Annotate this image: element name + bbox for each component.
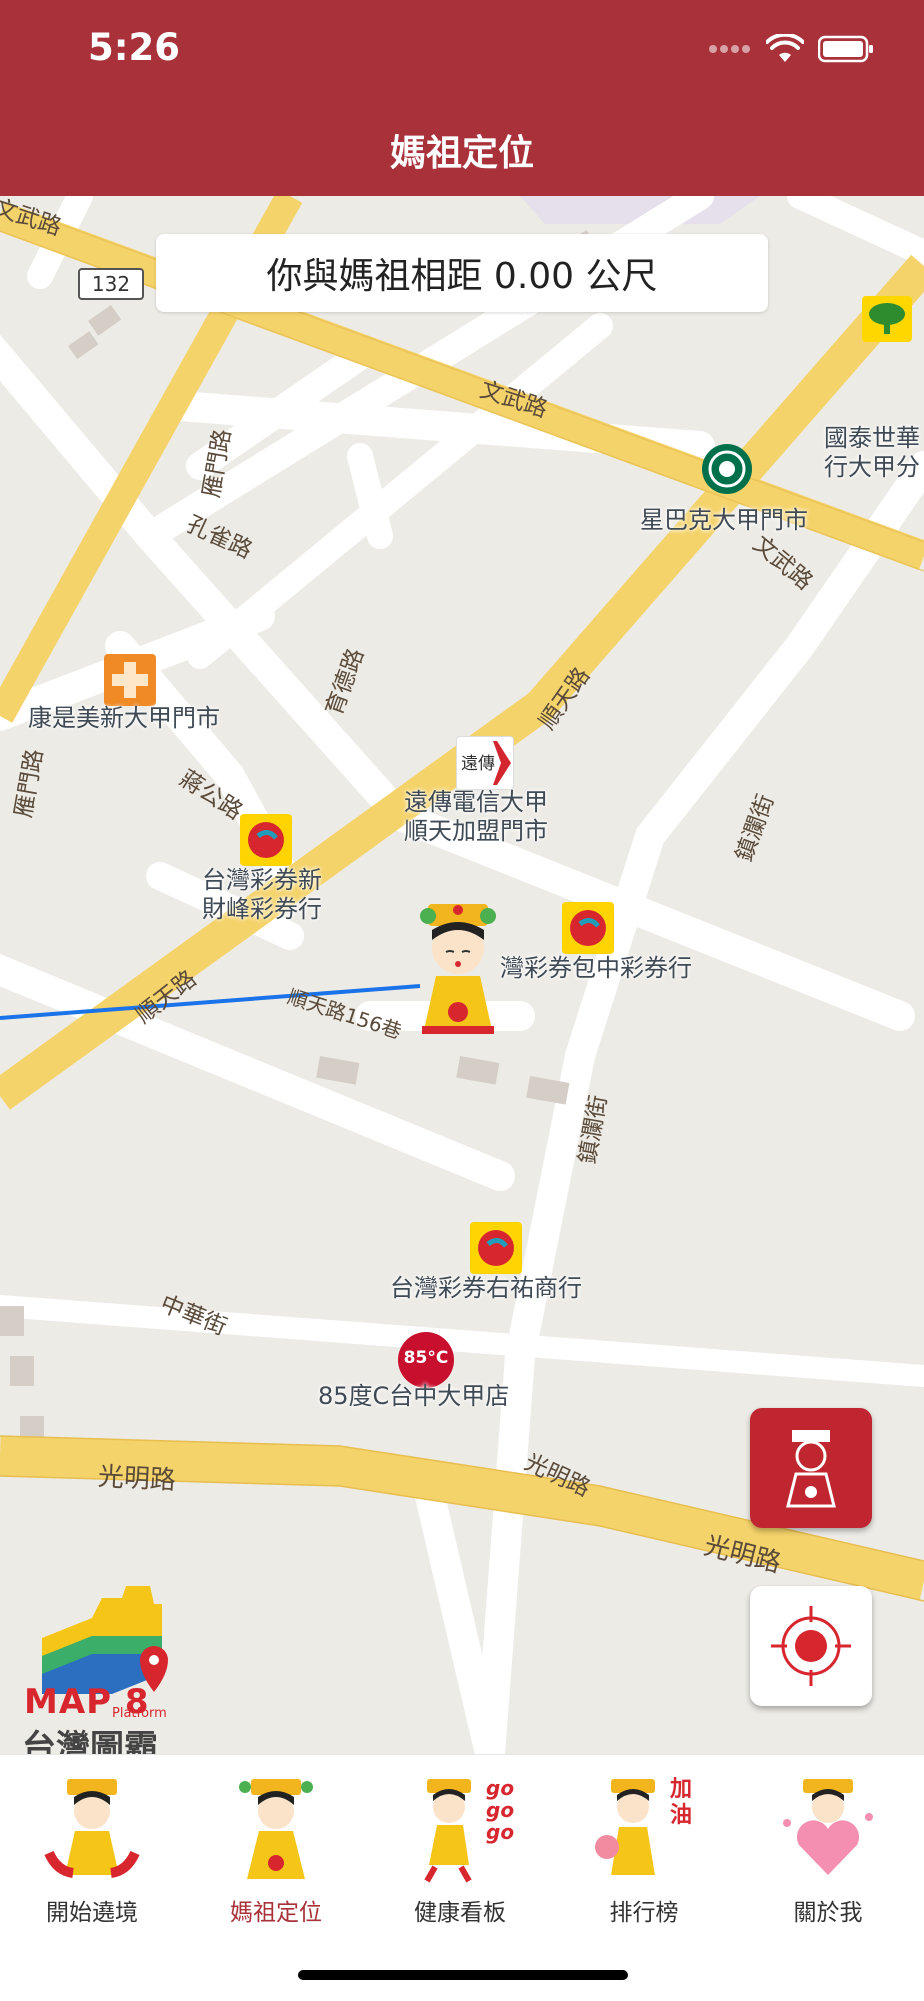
signal-icon	[709, 45, 750, 53]
lottery-icon[interactable]	[470, 1222, 522, 1274]
tab-label: 媽祖定位	[230, 1900, 322, 1926]
battery-icon	[818, 35, 873, 63]
wifi-icon	[766, 34, 804, 62]
poi-label-cosmed[interactable]: 康是美新大甲門市	[28, 704, 220, 733]
map8-logo: MAP 8 Platform 台灣圖霸	[22, 1578, 232, 1754]
mazu-praying-icon	[44, 1779, 140, 1878]
tab-health-board[interactable]: go go go 健康看板	[368, 1765, 552, 1935]
mazu-standing-icon	[239, 1779, 313, 1879]
street-label: 光明路	[97, 1461, 177, 1497]
nav-bar: 媽祖定位	[0, 96, 924, 196]
tab-label: 健康看板	[414, 1900, 506, 1926]
poi-label-lottery-caifeng[interactable]: 台灣彩券新 財峰彩券行	[202, 866, 322, 924]
lottery-icon[interactable]	[240, 814, 292, 866]
tab-label: 開始遶境	[46, 1900, 138, 1926]
tab-about-me[interactable]: 關於我	[736, 1765, 920, 1935]
lottery-icon[interactable]	[562, 902, 614, 954]
tab-leaderboard[interactable]: 加 油 排行榜	[552, 1765, 736, 1935]
mazu-icon	[786, 1430, 836, 1508]
poi-label-lottery-youhu[interactable]: 台灣彩券右祐商行	[390, 1274, 582, 1303]
map-view[interactable]: 你與媽祖相距 0.00 公尺 132 文武路 文武路 文武路 雁門路 雁門路 孔…	[0, 196, 924, 1754]
poi-label-starbucks[interactable]: 星巴克大甲門市	[640, 506, 808, 535]
fetnet-icon[interactable]: 遠傳	[456, 736, 514, 790]
home-indicator[interactable]	[298, 1970, 628, 1980]
go-badge: go go go	[486, 1776, 515, 1844]
tab-mazu-location[interactable]: 媽祖定位	[184, 1765, 368, 1935]
map8-logo-platform: Platform	[112, 1706, 167, 1721]
map8-logo-sub: 台灣圖霸	[22, 1728, 158, 1754]
cafe-85c-icon[interactable]: 85°C	[398, 1332, 454, 1388]
cafe-85c-badge-text: 85°C	[403, 1348, 449, 1368]
road-number-shield: 132	[78, 268, 144, 300]
page-title: 媽祖定位	[389, 133, 534, 174]
crosshair-icon	[771, 1606, 851, 1686]
status-icons	[708, 34, 874, 64]
poi-label-lottery-baozhong[interactable]: 灣彩券包中彩券行	[500, 954, 692, 983]
status-bar: 5:26	[0, 0, 924, 96]
mazu-locate-button[interactable]	[750, 1408, 872, 1528]
my-location-button[interactable]	[750, 1586, 872, 1706]
pharmacy-icon[interactable]	[104, 654, 156, 706]
tab-start-procession[interactable]: 開始遶境	[0, 1765, 184, 1935]
tab-bar: 開始遶境 媽祖定位 go go go 健康看板 加 油 排行榜 關於我	[0, 1754, 924, 2001]
cheer-badge: 加 油	[670, 1777, 693, 1828]
poi-label-fetnet[interactable]: 遠傳電信大甲 順天加盟門市	[404, 788, 548, 846]
poi-label-cathay[interactable]: 國泰世華 行大甲分	[824, 424, 920, 482]
poi-label-cafe85[interactable]: 85度C台中大甲店	[318, 1382, 509, 1411]
mazu-location-marker[interactable]	[406, 900, 510, 1040]
status-time: 5:26	[88, 26, 181, 69]
distance-card: 你與媽祖相距 0.00 公尺	[156, 234, 768, 312]
mazu-heart-icon	[783, 1779, 873, 1875]
cathay-bank-icon[interactable]	[862, 296, 912, 342]
starbucks-icon[interactable]	[702, 444, 752, 494]
tab-label: 關於我	[793, 1900, 863, 1926]
tab-label: 排行榜	[609, 1900, 679, 1926]
